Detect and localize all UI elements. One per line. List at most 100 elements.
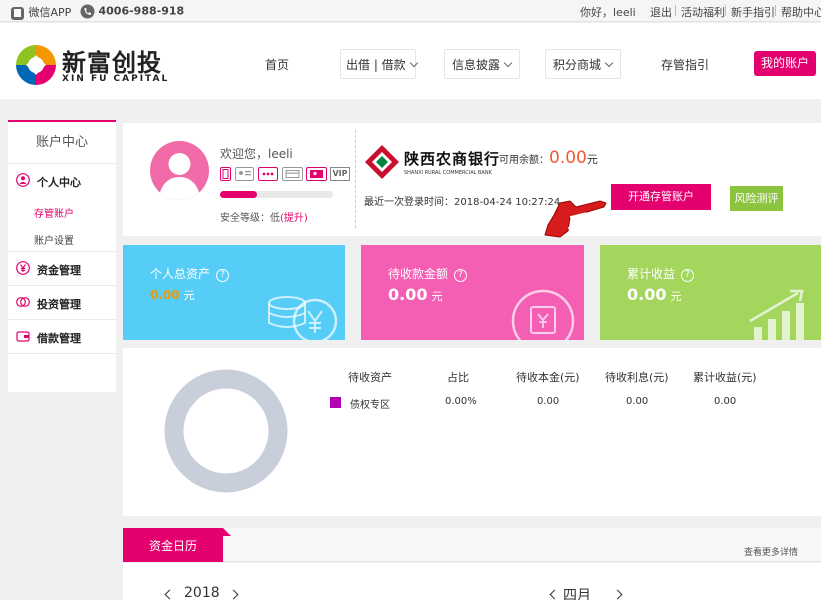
- user-icon: [16, 173, 30, 187]
- stat-title: 个人总资产?: [150, 265, 230, 282]
- vip-badge[interactable]: VIP: [330, 167, 350, 181]
- pointing-hand-icon: [544, 200, 607, 238]
- id-verify-icon[interactable]: [235, 167, 254, 181]
- stat-total-assets: 个人总资产? 0.00 元: [123, 245, 345, 340]
- stat-pending-amount: 待收款金额? 0.00 元: [361, 245, 584, 340]
- nav-points-label: 积分商城: [553, 58, 602, 72]
- hotline: 4006-988-918: [80, 4, 184, 19]
- main-header: 新富创投 XIN FU CAPITAL 首页 出借 | 借款 信息披露 积分商城…: [0, 23, 821, 99]
- sidebar-item-label: 资金管理: [37, 264, 81, 277]
- brand-logo-icon[interactable]: [14, 43, 58, 87]
- security-level-text: 安全等级：低: [220, 213, 280, 224]
- stat-value: 0.00 元: [150, 287, 195, 303]
- bankcard-verify-icon[interactable]: [282, 167, 303, 181]
- chevron-down-icon: [409, 58, 418, 68]
- logout-link[interactable]: 退出: [650, 4, 672, 20]
- chevron-down-icon: [503, 58, 513, 68]
- help-icon[interactable]: ?: [216, 269, 230, 282]
- phone-verify-icon[interactable]: [220, 167, 231, 181]
- legend-swatch: [330, 397, 341, 408]
- brand-name[interactable]: 新富创投: [62, 43, 162, 78]
- nav-lend[interactable]: 出借 | 借款: [346, 56, 418, 73]
- security-progress-fill: [220, 191, 258, 198]
- welcome-text: 欢迎您，leeli: [220, 147, 293, 161]
- bank-name: 陕西农商银行: [404, 150, 501, 168]
- help-icon[interactable]: ?: [681, 269, 695, 282]
- nav-points[interactable]: 积分商城: [553, 56, 614, 73]
- sidebar-item-label: 个人中心: [37, 176, 81, 189]
- available-balance: 可用余额：0.00元: [499, 148, 598, 168]
- divider: [775, 5, 776, 16]
- sidebar-item-label: 投资管理: [37, 298, 81, 311]
- invest-icon: [16, 297, 30, 307]
- sidebar-item-invest[interactable]: 投资管理: [8, 286, 116, 320]
- brand-subtitle: XIN FU CAPITAL: [62, 74, 170, 84]
- growth-chart-icon: [749, 289, 804, 340]
- open-custody-button[interactable]: 开通存管账户: [611, 184, 711, 210]
- sidebar-item-label: 借款管理: [37, 332, 81, 345]
- divider: [355, 130, 356, 228]
- col-header-ratio: 占比: [447, 371, 469, 384]
- row-earnings: 0.00: [714, 396, 737, 407]
- avatar-silhouette-icon: [158, 153, 201, 200]
- activity-link[interactable]: 活动福利: [681, 4, 725, 20]
- sidebar-item-account-settings[interactable]: 账户设置: [34, 232, 74, 247]
- nav-custody-guide[interactable]: 存管指引: [661, 56, 709, 73]
- email-verify-icon[interactable]: [306, 167, 327, 181]
- hotline-number: 4006-988-918: [98, 4, 185, 18]
- wechat-app-link[interactable]: 微信APP: [10, 4, 71, 21]
- tab-corner-decoration: [223, 528, 231, 536]
- calendar-year: 2018: [184, 585, 220, 600]
- sidebar-item-personal[interactable]: 个人中心: [8, 164, 116, 198]
- view-more-link[interactable]: 查看更多详情: [744, 545, 798, 558]
- wallet-icon: [16, 331, 30, 342]
- stat-unit: 元: [183, 289, 195, 302]
- sidebar-title: 账户中心: [8, 122, 116, 164]
- nav-home[interactable]: 首页: [265, 56, 289, 73]
- help-center-link[interactable]: 帮助中心: [781, 4, 821, 20]
- nav-disclosure-label: 信息披露: [452, 58, 501, 72]
- stat-title-label: 累计收益: [627, 267, 676, 281]
- calendar-month: 四月: [563, 588, 591, 600]
- improve-security-link[interactable]: (提升): [280, 213, 308, 224]
- col-header-pending-principal: 待收本金(元): [516, 371, 580, 384]
- tab-funds-calendar[interactable]: 资金日历: [123, 528, 223, 562]
- help-icon[interactable]: ?: [454, 269, 468, 282]
- stat-value-number: 0.00: [150, 288, 180, 302]
- bank-logo-icon: [365, 145, 399, 179]
- sidebar-item-loan[interactable]: 借款管理: [8, 320, 116, 354]
- stat-value-number: 0.00: [388, 285, 428, 304]
- calendar-yen-icon: [511, 289, 575, 340]
- account-sidebar: 账户中心 个人中心 存管账户 账户设置 资金管理 投资管理 借款管理: [8, 120, 116, 392]
- user-greeting: 你好，leeli: [580, 6, 636, 19]
- mobile-icon: [11, 6, 24, 20]
- risk-test-button[interactable]: 风险测评: [730, 186, 783, 211]
- sidebar-item-custody-account[interactable]: 存管账户: [34, 205, 74, 220]
- newbie-guide-link[interactable]: 新手指引: [731, 4, 775, 20]
- yen-icon: [16, 261, 30, 275]
- avatar[interactable]: [150, 141, 209, 200]
- my-account-button[interactable]: 我的账户: [754, 51, 816, 76]
- password-verify-icon[interactable]: [258, 167, 278, 181]
- balance-value: 0.00: [549, 148, 587, 168]
- sidebar-item-funds[interactable]: 资金管理: [8, 252, 116, 286]
- top-bar: 微信APP 4006-988-918 你好，leeli 退出 活动福利 新手指引…: [0, 0, 821, 22]
- bank-name-en: SHANXI RURAL COMMERCIAL BANK: [404, 170, 492, 176]
- security-level: 安全等级：低(提升): [220, 209, 308, 224]
- stat-value: 0.00 元: [627, 285, 681, 304]
- col-header-pending-assets: 待收资产: [348, 371, 392, 384]
- chevron-down-icon: [604, 58, 614, 68]
- balance-label: 可用余额：: [499, 155, 549, 166]
- security-progress-bar: [220, 191, 333, 198]
- divider: [725, 5, 726, 16]
- stat-title-label: 待收款金额: [388, 267, 449, 281]
- asset-donut-chart: [164, 369, 288, 493]
- stat-cumulative-earnings: 累计收益? 0.00 元: [600, 245, 821, 340]
- stat-title: 累计收益?: [627, 265, 695, 282]
- nav-lend-label: 出借 | 借款: [346, 58, 406, 72]
- row-ratio: 0.00%: [445, 396, 477, 407]
- row-interest: 0.00: [626, 396, 649, 407]
- wechat-app-label: 微信APP: [28, 6, 72, 19]
- stat-value: 0.00 元: [388, 285, 442, 304]
- nav-disclosure[interactable]: 信息披露: [452, 56, 513, 73]
